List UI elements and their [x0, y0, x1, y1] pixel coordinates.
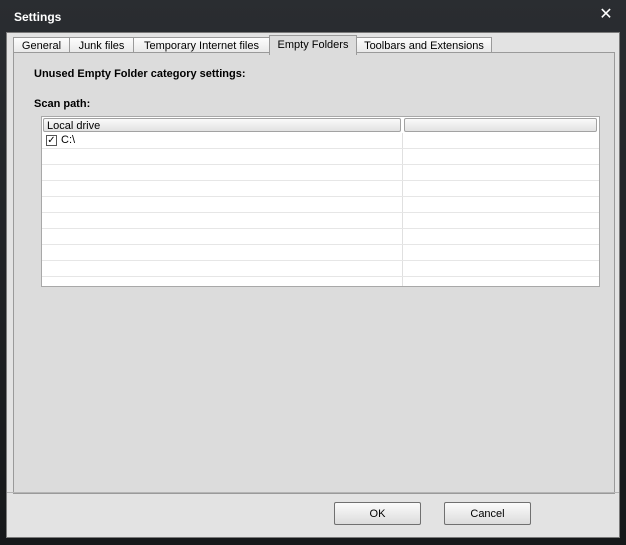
tab-empty-folders[interactable]: Empty Folders [269, 35, 357, 55]
list-item[interactable]: ✓ C:\ [42, 133, 599, 149]
empty-folders-page: Unused Empty Folder category settings: S… [13, 52, 615, 494]
table-row [42, 197, 599, 213]
drive-checkbox[interactable]: ✓ [46, 135, 57, 146]
section-title: Unused Empty Folder category settings: [34, 68, 246, 80]
footer-divider [7, 492, 619, 493]
table-row [42, 245, 599, 261]
drive-label: C:\ [61, 134, 76, 146]
table-row [42, 181, 599, 197]
table-row [42, 229, 599, 245]
column-header-second[interactable] [404, 118, 597, 132]
table-row [42, 149, 599, 165]
cancel-button[interactable]: Cancel [444, 502, 531, 525]
settings-window: Settings ✕ General Junk files Temporary … [0, 0, 626, 545]
table-row [42, 165, 599, 181]
table-row [42, 213, 599, 229]
column-header-local-drive[interactable]: Local drive [43, 118, 401, 132]
window-title: Settings [14, 10, 62, 24]
scan-path-list[interactable]: Local drive ✓ C:\ [41, 116, 600, 287]
close-icon[interactable]: ✕ [598, 7, 614, 23]
scan-path-label: Scan path: [34, 98, 91, 110]
dialog-client: General Junk files Temporary Internet fi… [6, 32, 620, 538]
title-bar[interactable]: Settings ✕ [0, 0, 626, 32]
ok-button[interactable]: OK [334, 502, 421, 525]
table-row [42, 261, 599, 277]
